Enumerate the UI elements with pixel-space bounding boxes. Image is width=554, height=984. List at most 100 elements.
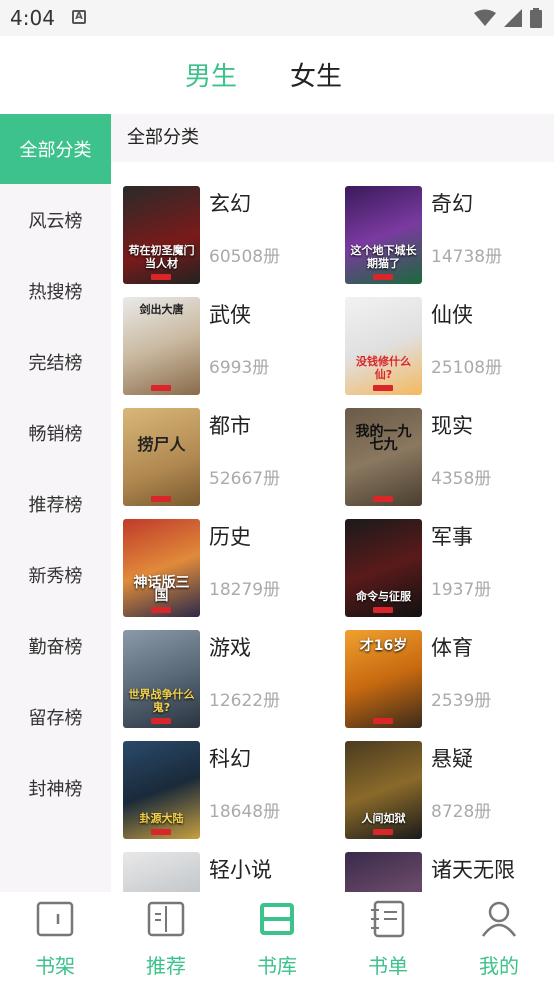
wifi-icon: [474, 9, 496, 26]
tab-female[interactable]: 女生: [290, 56, 342, 93]
section-header: 全部分类: [111, 114, 554, 162]
book-cover: 才16岁: [345, 630, 422, 728]
sidebar-item-retention[interactable]: 留存榜: [0, 682, 111, 752]
notification-a-icon: A: [72, 10, 86, 24]
tab-male[interactable]: 男生: [185, 56, 237, 93]
publisher-badge-icon: [151, 718, 171, 724]
category-count: 18648册: [209, 802, 281, 822]
book-cover: [123, 852, 200, 892]
category-count: 12622册: [209, 691, 281, 711]
gender-tabs: 男生 女生: [0, 36, 554, 114]
nav-label: 书库: [257, 954, 297, 978]
publisher-badge-icon: [373, 496, 393, 502]
category-name: 体育: [431, 636, 473, 660]
category-name: 历史: [209, 525, 251, 549]
publisher-badge-icon: [151, 496, 171, 502]
category-name: 现实: [431, 414, 473, 438]
category-card[interactable]: 神话版三国 历史 18279册: [123, 519, 343, 619]
sidebar-item-diligent[interactable]: 勤奋榜: [0, 611, 111, 681]
category-card[interactable]: 命令与征服 军事 1937册: [345, 519, 554, 619]
publisher-badge-icon: [151, 385, 171, 391]
book-cover: 命令与征服: [345, 519, 422, 617]
nav-label: 我的: [479, 954, 519, 978]
category-count: 60508册: [209, 247, 281, 267]
category-card[interactable]: 世界战争什么鬼? 游戏 12622册: [123, 630, 343, 730]
category-count: 14738册: [431, 247, 503, 267]
library-icon: [260, 903, 294, 935]
publisher-badge-icon: [151, 274, 171, 280]
category-card[interactable]: 苟在初圣魔门当人材 玄幻 60508册: [123, 186, 343, 286]
signal-icon: [504, 9, 522, 27]
sidebar: 全部分类 风云榜 热搜榜 完结榜 畅销榜 推荐榜 新秀榜 勤奋榜 留存榜 封神榜: [0, 114, 111, 892]
category-count: 52667册: [209, 469, 281, 489]
sidebar-item-legend[interactable]: 封神榜: [0, 753, 111, 823]
open-book-icon: [147, 901, 185, 937]
user-icon: [481, 901, 517, 937]
category-card[interactable]: 捞尸人 都市 52667册: [123, 408, 343, 508]
book-cover: 没钱修什么仙?: [345, 297, 422, 395]
category-name: 悬疑: [431, 747, 473, 771]
category-card[interactable]: 卦源大陆 科幻 18648册: [123, 741, 343, 841]
sidebar-item-completed[interactable]: 完结榜: [0, 327, 111, 397]
category-card[interactable]: 剑出大唐 武侠 6993册: [123, 297, 343, 397]
nav-profile[interactable]: 我的: [444, 892, 554, 984]
category-count: 8728册: [431, 802, 492, 822]
sidebar-item-newcomer[interactable]: 新秀榜: [0, 540, 111, 610]
status-bar: 4:04 A: [0, 0, 554, 36]
status-icons: [474, 8, 542, 28]
book-cover: 我的一九七九: [345, 408, 422, 506]
category-name: 仙侠: [431, 303, 473, 327]
category-name: 轻小说: [209, 858, 272, 882]
book-cover: [345, 852, 422, 892]
category-card[interactable]: 才16岁 体育 2539册: [345, 630, 554, 730]
publisher-badge-icon: [373, 829, 393, 835]
nav-library[interactable]: 书库: [222, 892, 332, 984]
publisher-badge-icon: [373, 385, 393, 391]
book-cover: 卦源大陆: [123, 741, 200, 839]
category-name: 诸天无限: [431, 858, 515, 882]
sidebar-item-hot-search[interactable]: 热搜榜: [0, 256, 111, 326]
battery-icon: [530, 8, 542, 28]
category-count: 6993册: [209, 358, 270, 378]
category-name: 游戏: [209, 636, 251, 660]
sidebar-item-all[interactable]: 全部分类: [0, 114, 111, 184]
nav-recommend[interactable]: 推荐: [111, 892, 221, 984]
book-cover: 人间如狱: [345, 741, 422, 839]
category-name: 科幻: [209, 747, 251, 771]
notebook-icon: [371, 900, 405, 938]
book-cover: 剑出大唐: [123, 297, 200, 395]
book-cover: 这个地下城长期猫了: [345, 186, 422, 284]
publisher-badge-icon: [373, 607, 393, 613]
category-card[interactable]: 人间如狱 悬疑 8728册: [345, 741, 554, 841]
publisher-badge-icon: [151, 607, 171, 613]
book-cover: 捞尸人: [123, 408, 200, 506]
sidebar-item-recommend[interactable]: 推荐榜: [0, 469, 111, 539]
main-content: 全部分类 苟在初圣魔门当人材 玄幻 60508册 这个地下城长期猫了 奇幻 14…: [111, 114, 554, 892]
sidebar-item-fengyun[interactable]: 风云榜: [0, 185, 111, 255]
category-name: 玄幻: [209, 192, 251, 216]
category-name: 武侠: [209, 303, 251, 327]
category-count: 4358册: [431, 469, 492, 489]
book-cover: 世界战争什么鬼?: [123, 630, 200, 728]
category-count: 2539册: [431, 691, 492, 711]
publisher-badge-icon: [373, 718, 393, 724]
category-name: 军事: [431, 525, 473, 549]
nav-label: 书单: [368, 954, 408, 978]
category-card[interactable]: 诸天无限: [345, 852, 554, 892]
nav-label: 推荐: [146, 954, 186, 978]
category-card[interactable]: 我的一九七九 现实 4358册: [345, 408, 554, 508]
bottom-nav: 书架 推荐 书库 书单 我的: [0, 892, 554, 984]
publisher-badge-icon: [373, 274, 393, 280]
book-cover: 神话版三国: [123, 519, 200, 617]
category-card[interactable]: 轻小说: [123, 852, 343, 892]
category-card[interactable]: 这个地下城长期猫了 奇幻 14738册: [345, 186, 554, 286]
category-card[interactable]: 没钱修什么仙? 仙侠 25108册: [345, 297, 554, 397]
publisher-badge-icon: [151, 829, 171, 835]
category-count: 18279册: [209, 580, 281, 600]
nav-booklist[interactable]: 书单: [333, 892, 443, 984]
nav-bookshelf[interactable]: 书架: [0, 892, 110, 984]
sidebar-item-bestseller[interactable]: 畅销榜: [0, 398, 111, 468]
category-count: 1937册: [431, 580, 492, 600]
category-name: 都市: [209, 414, 251, 438]
status-time: 4:04: [10, 6, 55, 30]
